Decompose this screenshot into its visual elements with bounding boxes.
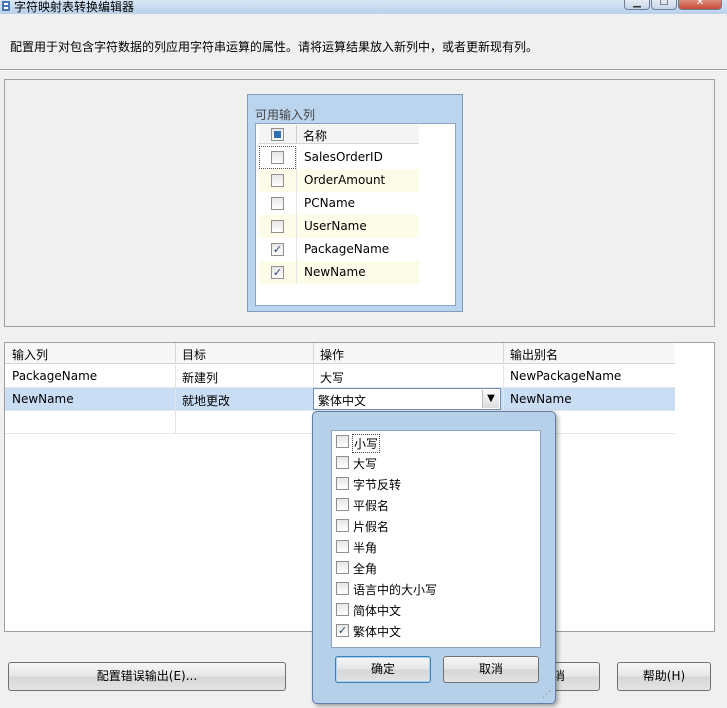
ok-button[interactable]: 确定 xyxy=(335,656,431,683)
option-lowercase[interactable]: 小写 xyxy=(336,432,526,453)
option-checkbox[interactable] xyxy=(336,582,349,595)
operation-options-list: 小写 大写 字节反转 平假名 片假名 半角 全角 语言中的大小写 简体中文 ✓ … xyxy=(331,430,541,648)
grid-header: 输入列 目标 操作 输出别名 xyxy=(5,343,675,364)
cell-input-column[interactable]: NewName xyxy=(5,389,74,411)
cell-target[interactable]: 新建列 xyxy=(175,366,218,388)
column-row-username[interactable]: UserName xyxy=(259,215,419,238)
option-byte-reversal[interactable]: 字节反转 xyxy=(336,474,526,494)
column-name: SalesOrderID xyxy=(304,150,383,164)
cell-output-alias[interactable]: NewPackageName xyxy=(503,366,621,388)
column-name: PCName xyxy=(304,196,356,210)
column-row-salesorderid[interactable]: SalesOrderID xyxy=(259,146,419,169)
dropdown-arrow-icon[interactable]: ▼ xyxy=(482,390,499,408)
configure-error-output-button[interactable]: 配置错误输出(E)... xyxy=(8,662,286,691)
select-all-checkbox[interactable] xyxy=(271,128,284,141)
popup-cancel-button[interactable]: 取消 xyxy=(443,656,539,683)
available-columns-list: 名称 SalesOrderID OrderAmount PCName UserN… xyxy=(255,123,456,306)
option-hiragana[interactable]: 平假名 xyxy=(336,495,526,515)
option-label: 片假名 xyxy=(353,520,390,534)
available-columns-title: 可用输入列 xyxy=(255,108,316,122)
available-columns-panel: 可用输入列 名称 SalesOrderID OrderAmount PCName… xyxy=(247,94,463,312)
name-column-header: 名称 xyxy=(303,129,328,143)
window-title: 字符映射表转换编辑器 xyxy=(14,0,135,14)
cell-target[interactable]: 就地更改 xyxy=(175,389,230,411)
column-name: UserName xyxy=(304,219,367,233)
column-row-orderamount[interactable]: OrderAmount xyxy=(259,169,419,192)
description-text: 配置用于对包含字符数据的列应用字符串运算的属性。请将运算结果放入新列中，或者更新… xyxy=(10,40,539,54)
option-label: 小写 xyxy=(352,434,381,453)
cell-input-column[interactable]: PackageName xyxy=(5,366,97,388)
option-full-width[interactable]: 全角 xyxy=(336,558,526,578)
column-name: OrderAmount xyxy=(304,173,386,187)
option-checkbox[interactable]: ✓ xyxy=(336,624,349,637)
option-simplified-chinese[interactable]: 简体中文 xyxy=(336,600,526,620)
cell-output-alias[interactable]: NewName xyxy=(503,389,572,411)
header-target: 目标 xyxy=(182,348,207,362)
divider xyxy=(0,69,727,71)
column-checkbox[interactable] xyxy=(271,151,284,164)
operation-dropdown-value: 繁体中文 xyxy=(318,394,367,408)
column-name: NewName xyxy=(304,265,366,279)
option-traditional-chinese[interactable]: ✓ 繁体中文 xyxy=(336,621,526,641)
column-checkbox[interactable]: ✓ xyxy=(271,266,284,279)
list-header: 名称 xyxy=(259,125,419,144)
table-row[interactable]: PackageName 新建列 大写 NewPackageName xyxy=(5,365,675,388)
option-label: 简体中文 xyxy=(353,604,402,618)
app-icon xyxy=(2,1,10,11)
option-checkbox[interactable] xyxy=(336,540,349,553)
operation-popup: 小写 大写 字节反转 平假名 片假名 半角 全角 语言中的大小写 简体中文 ✓ … xyxy=(312,411,556,704)
column-checkbox[interactable]: ✓ xyxy=(271,243,284,256)
option-label: 大写 xyxy=(353,457,378,471)
option-checkbox[interactable] xyxy=(336,435,349,448)
column-checkbox[interactable] xyxy=(271,174,284,187)
option-label: 半角 xyxy=(353,541,378,555)
option-checkbox[interactable] xyxy=(336,603,349,616)
column-checkbox[interactable] xyxy=(271,197,284,210)
title-bar: 字符映射表转换编辑器 ▁ ☐ ✕ xyxy=(0,0,727,14)
option-label: 繁体中文 xyxy=(353,625,402,639)
column-row-newname[interactable]: ✓ NewName xyxy=(259,261,419,284)
column-row-packagename[interactable]: ✓ PackageName xyxy=(259,238,419,261)
resize-grip-icon[interactable]: ⋰ xyxy=(542,690,552,700)
option-uppercase[interactable]: 大写 xyxy=(336,453,526,473)
option-checkbox[interactable] xyxy=(336,477,349,490)
help-button[interactable]: 帮助(H) xyxy=(617,662,711,691)
minimize-button[interactable]: ▁ xyxy=(624,0,650,10)
cell-operation[interactable]: 大写 xyxy=(313,366,344,388)
column-checkbox[interactable] xyxy=(271,220,284,233)
header-input-column: 输入列 xyxy=(12,348,49,362)
option-linguistic-casing[interactable]: 语言中的大小写 xyxy=(336,579,526,599)
option-checkbox[interactable] xyxy=(336,519,349,532)
option-checkbox[interactable] xyxy=(336,498,349,511)
option-checkbox[interactable] xyxy=(336,456,349,469)
header-output-alias: 输出别名 xyxy=(510,348,559,362)
header-operation: 操作 xyxy=(320,348,345,362)
option-katakana[interactable]: 片假名 xyxy=(336,516,526,536)
table-row-selected[interactable]: NewName 就地更改 繁体中文 ▼ NewName xyxy=(5,388,675,411)
option-label: 字节反转 xyxy=(353,478,402,492)
option-checkbox[interactable] xyxy=(336,561,349,574)
option-label: 语言中的大小写 xyxy=(353,583,438,597)
close-button[interactable]: ✕ xyxy=(678,0,722,10)
operation-dropdown[interactable]: 繁体中文 ▼ xyxy=(313,388,501,410)
column-row-pcname[interactable]: PCName xyxy=(259,192,419,215)
option-label: 平假名 xyxy=(353,499,390,513)
maximize-button[interactable]: ☐ xyxy=(651,0,677,10)
column-name: PackageName xyxy=(304,242,390,256)
option-half-width[interactable]: 半角 xyxy=(336,537,526,557)
option-label: 全角 xyxy=(353,562,378,576)
